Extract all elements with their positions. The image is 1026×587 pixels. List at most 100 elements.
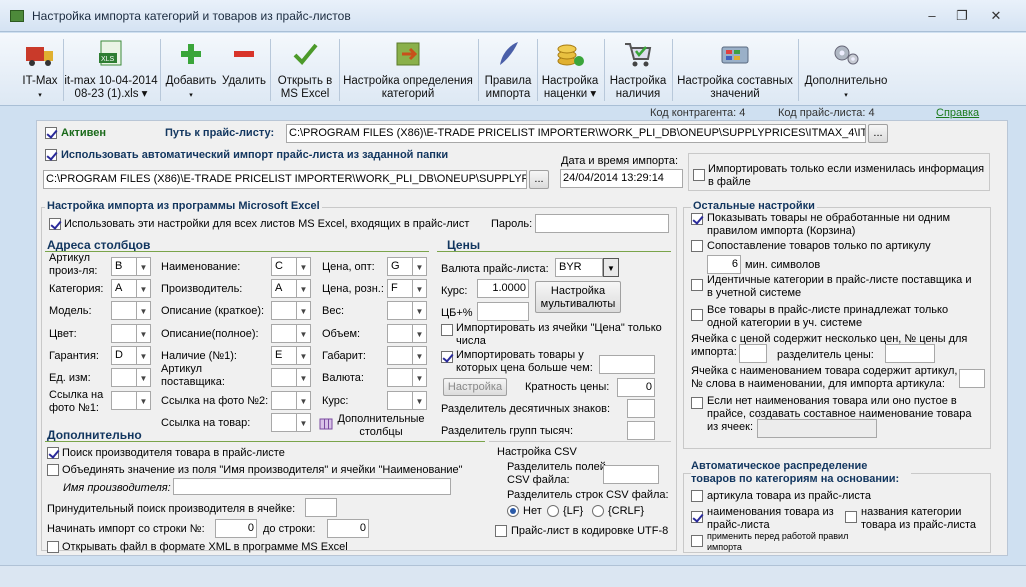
more-options-button[interactable]: Дополнительно ▾ [800, 35, 892, 103]
chevron-down-icon: ▼ [413, 368, 427, 387]
color-label: Цвет: [49, 328, 77, 340]
product-link-column-dropdown[interactable]: ▼ [271, 413, 311, 432]
pricelist-file-dropdown-button[interactable]: XLS it-max 10-04-2014 08-23 (1).xls ▾ [64, 35, 158, 103]
csv-row-lf-radio[interactable] [547, 505, 559, 517]
plus-icon [181, 44, 201, 64]
minimize-button[interactable]: – [918, 7, 946, 25]
multicurrency-settings-button[interactable]: Настройка мультивалюты [535, 281, 621, 313]
truck-icon [26, 47, 53, 66]
composite-name-cells-input[interactable] [757, 419, 877, 438]
pricelist-code: Код прайс-листа: 4 [778, 107, 875, 119]
import-folder-input[interactable]: C:\PROGRAM FILES (X86)\E-TRADE PRICELIST… [43, 170, 527, 189]
import-rules-button[interactable]: Правила импорта [480, 35, 536, 103]
to-row-input[interactable]: 0 [327, 519, 369, 538]
weight-label: Вес: [322, 305, 345, 317]
active-checkbox[interactable] [45, 127, 57, 139]
identical-categories-checkbox[interactable] [691, 279, 703, 291]
photo2-column-dropdown[interactable]: ▼ [271, 391, 311, 410]
forced-search-input[interactable] [305, 498, 337, 517]
multiplicity-input[interactable]: 0 [617, 378, 655, 397]
restore-button[interactable]: ❐ [948, 7, 976, 25]
article-label: Артикул произ-ля: [49, 252, 98, 277]
browse-folder-button[interactable]: ... [529, 170, 549, 189]
manufacturer-name-input[interactable] [173, 478, 451, 495]
photo1-column-dropdown[interactable]: ▼ [111, 391, 151, 410]
supplier-article-column-dropdown[interactable]: ▼ [271, 368, 311, 387]
start-row-input[interactable]: 0 [215, 519, 257, 538]
markup-settings-button[interactable]: Настройка наценки ▾ [538, 35, 602, 103]
color-column-dropdown[interactable]: ▼ [111, 324, 151, 343]
name-article-word-input[interactable] [959, 369, 985, 388]
utf8-checkbox[interactable] [495, 525, 507, 537]
chevron-down-icon: ▼ [297, 346, 311, 365]
rate-column-dropdown[interactable]: ▼ [387, 391, 427, 410]
import-price-more-checkbox[interactable] [441, 351, 453, 363]
show-unprocessed-checkbox[interactable] [691, 213, 703, 225]
model-column-dropdown[interactable]: ▼ [111, 301, 151, 320]
close-button[interactable]: ✕ [982, 7, 1010, 25]
composite-values-button[interactable]: Настройка составных значений [674, 35, 796, 103]
desc-full-column-dropdown[interactable]: ▼ [271, 324, 311, 343]
import-numbers-only-label: Импортировать из ячейки "Цена" только чи… [456, 322, 662, 347]
category-column-dropdown[interactable]: A ▼ [111, 279, 151, 298]
composite-name-checkbox[interactable] [691, 397, 703, 409]
apply-before-checkbox[interactable] [691, 535, 703, 547]
by-category-names-checkbox[interactable] [845, 511, 857, 523]
import-datetime-input[interactable]: 24/04/2014 13:29:14 [560, 169, 683, 188]
availability-column-dropdown[interactable]: E ▼ [271, 346, 311, 365]
pricelist-currency-dropdown[interactable]: BYR ▼ [555, 258, 619, 277]
price-separator-input[interactable] [885, 344, 935, 363]
group-separator-input[interactable] [627, 421, 655, 440]
delete-button[interactable]: Удалить [220, 35, 268, 103]
csv-row-crlf-radio[interactable] [592, 505, 604, 517]
volume-column-dropdown[interactable]: ▼ [387, 324, 427, 343]
warranty-column-dropdown[interactable]: D ▼ [111, 346, 151, 365]
availability-settings-button[interactable]: Настройка наличия [606, 35, 670, 103]
all-one-category-checkbox[interactable] [691, 309, 703, 321]
csv-row-none-radio[interactable] [507, 505, 519, 517]
pricelist-path-input[interactable]: C:\PROGRAM FILES (X86)\E-TRADE PRICELIST… [286, 124, 866, 143]
search-manufacturer-checkbox[interactable] [47, 447, 59, 459]
use-all-sheets-checkbox[interactable] [49, 218, 61, 230]
supplier-dropdown-button[interactable]: IT-Max ▾ [18, 35, 62, 103]
name-column-dropdown[interactable]: C ▼ [271, 257, 311, 276]
app-icon [10, 10, 24, 22]
category-detection-button[interactable]: Настройка определения категорий [340, 35, 476, 103]
dimensions-column-dropdown[interactable]: ▼ [387, 346, 427, 365]
by-name-checkbox[interactable] [691, 511, 703, 523]
manufacturer-column-dropdown[interactable]: A ▼ [271, 279, 311, 298]
csv-field-separator-input[interactable] [603, 465, 659, 484]
import-numbers-only-checkbox[interactable] [441, 324, 453, 336]
decimal-separator-input[interactable] [627, 399, 655, 418]
article-column-dropdown[interactable]: B ▼ [111, 257, 151, 276]
open-xml-checkbox[interactable] [47, 541, 59, 553]
extra-columns-link[interactable]: Дополнительные столбцы [335, 413, 427, 439]
price-retail-column-dropdown[interactable]: F ▼ [387, 279, 427, 298]
import-datetime-label: Дата и время импорта: [561, 155, 679, 167]
desc-short-column-dropdown[interactable]: ▼ [271, 301, 311, 320]
gears-icon [834, 45, 859, 65]
password-input[interactable] [535, 214, 669, 233]
browse-path-button[interactable]: ... [868, 124, 888, 143]
currency-column-dropdown[interactable]: ▼ [387, 368, 427, 387]
csv-header: Настройка CSV [497, 446, 577, 458]
auto-import-checkbox[interactable] [45, 149, 57, 161]
unit-column-dropdown[interactable]: ▼ [111, 368, 151, 387]
weight-column-dropdown[interactable]: ▼ [387, 301, 427, 320]
desc-full-label: Описание(полное): [161, 328, 259, 340]
price-more-input[interactable] [599, 355, 655, 374]
add-button[interactable]: Добавить ▾ [162, 35, 220, 103]
multi-price-index-input[interactable] [739, 344, 767, 363]
merge-fields-checkbox[interactable] [47, 464, 59, 476]
by-article-checkbox[interactable] [691, 490, 703, 502]
price-wholesale-column-dropdown[interactable]: G ▼ [387, 257, 427, 276]
min-chars-input[interactable]: 6 [707, 255, 741, 274]
csv-row-crlf-label: {CRLF} [608, 505, 645, 517]
only-changed-checkbox[interactable] [693, 169, 705, 181]
open-in-excel-button[interactable]: Открыть в MS Excel [272, 35, 338, 103]
cb-percent-input[interactable] [477, 302, 529, 321]
rate-input[interactable]: 1.0000 [477, 279, 529, 298]
help-link[interactable]: Справка [936, 107, 979, 119]
price-settings-button[interactable]: Настройка [443, 378, 507, 396]
match-by-article-checkbox[interactable] [691, 240, 703, 252]
